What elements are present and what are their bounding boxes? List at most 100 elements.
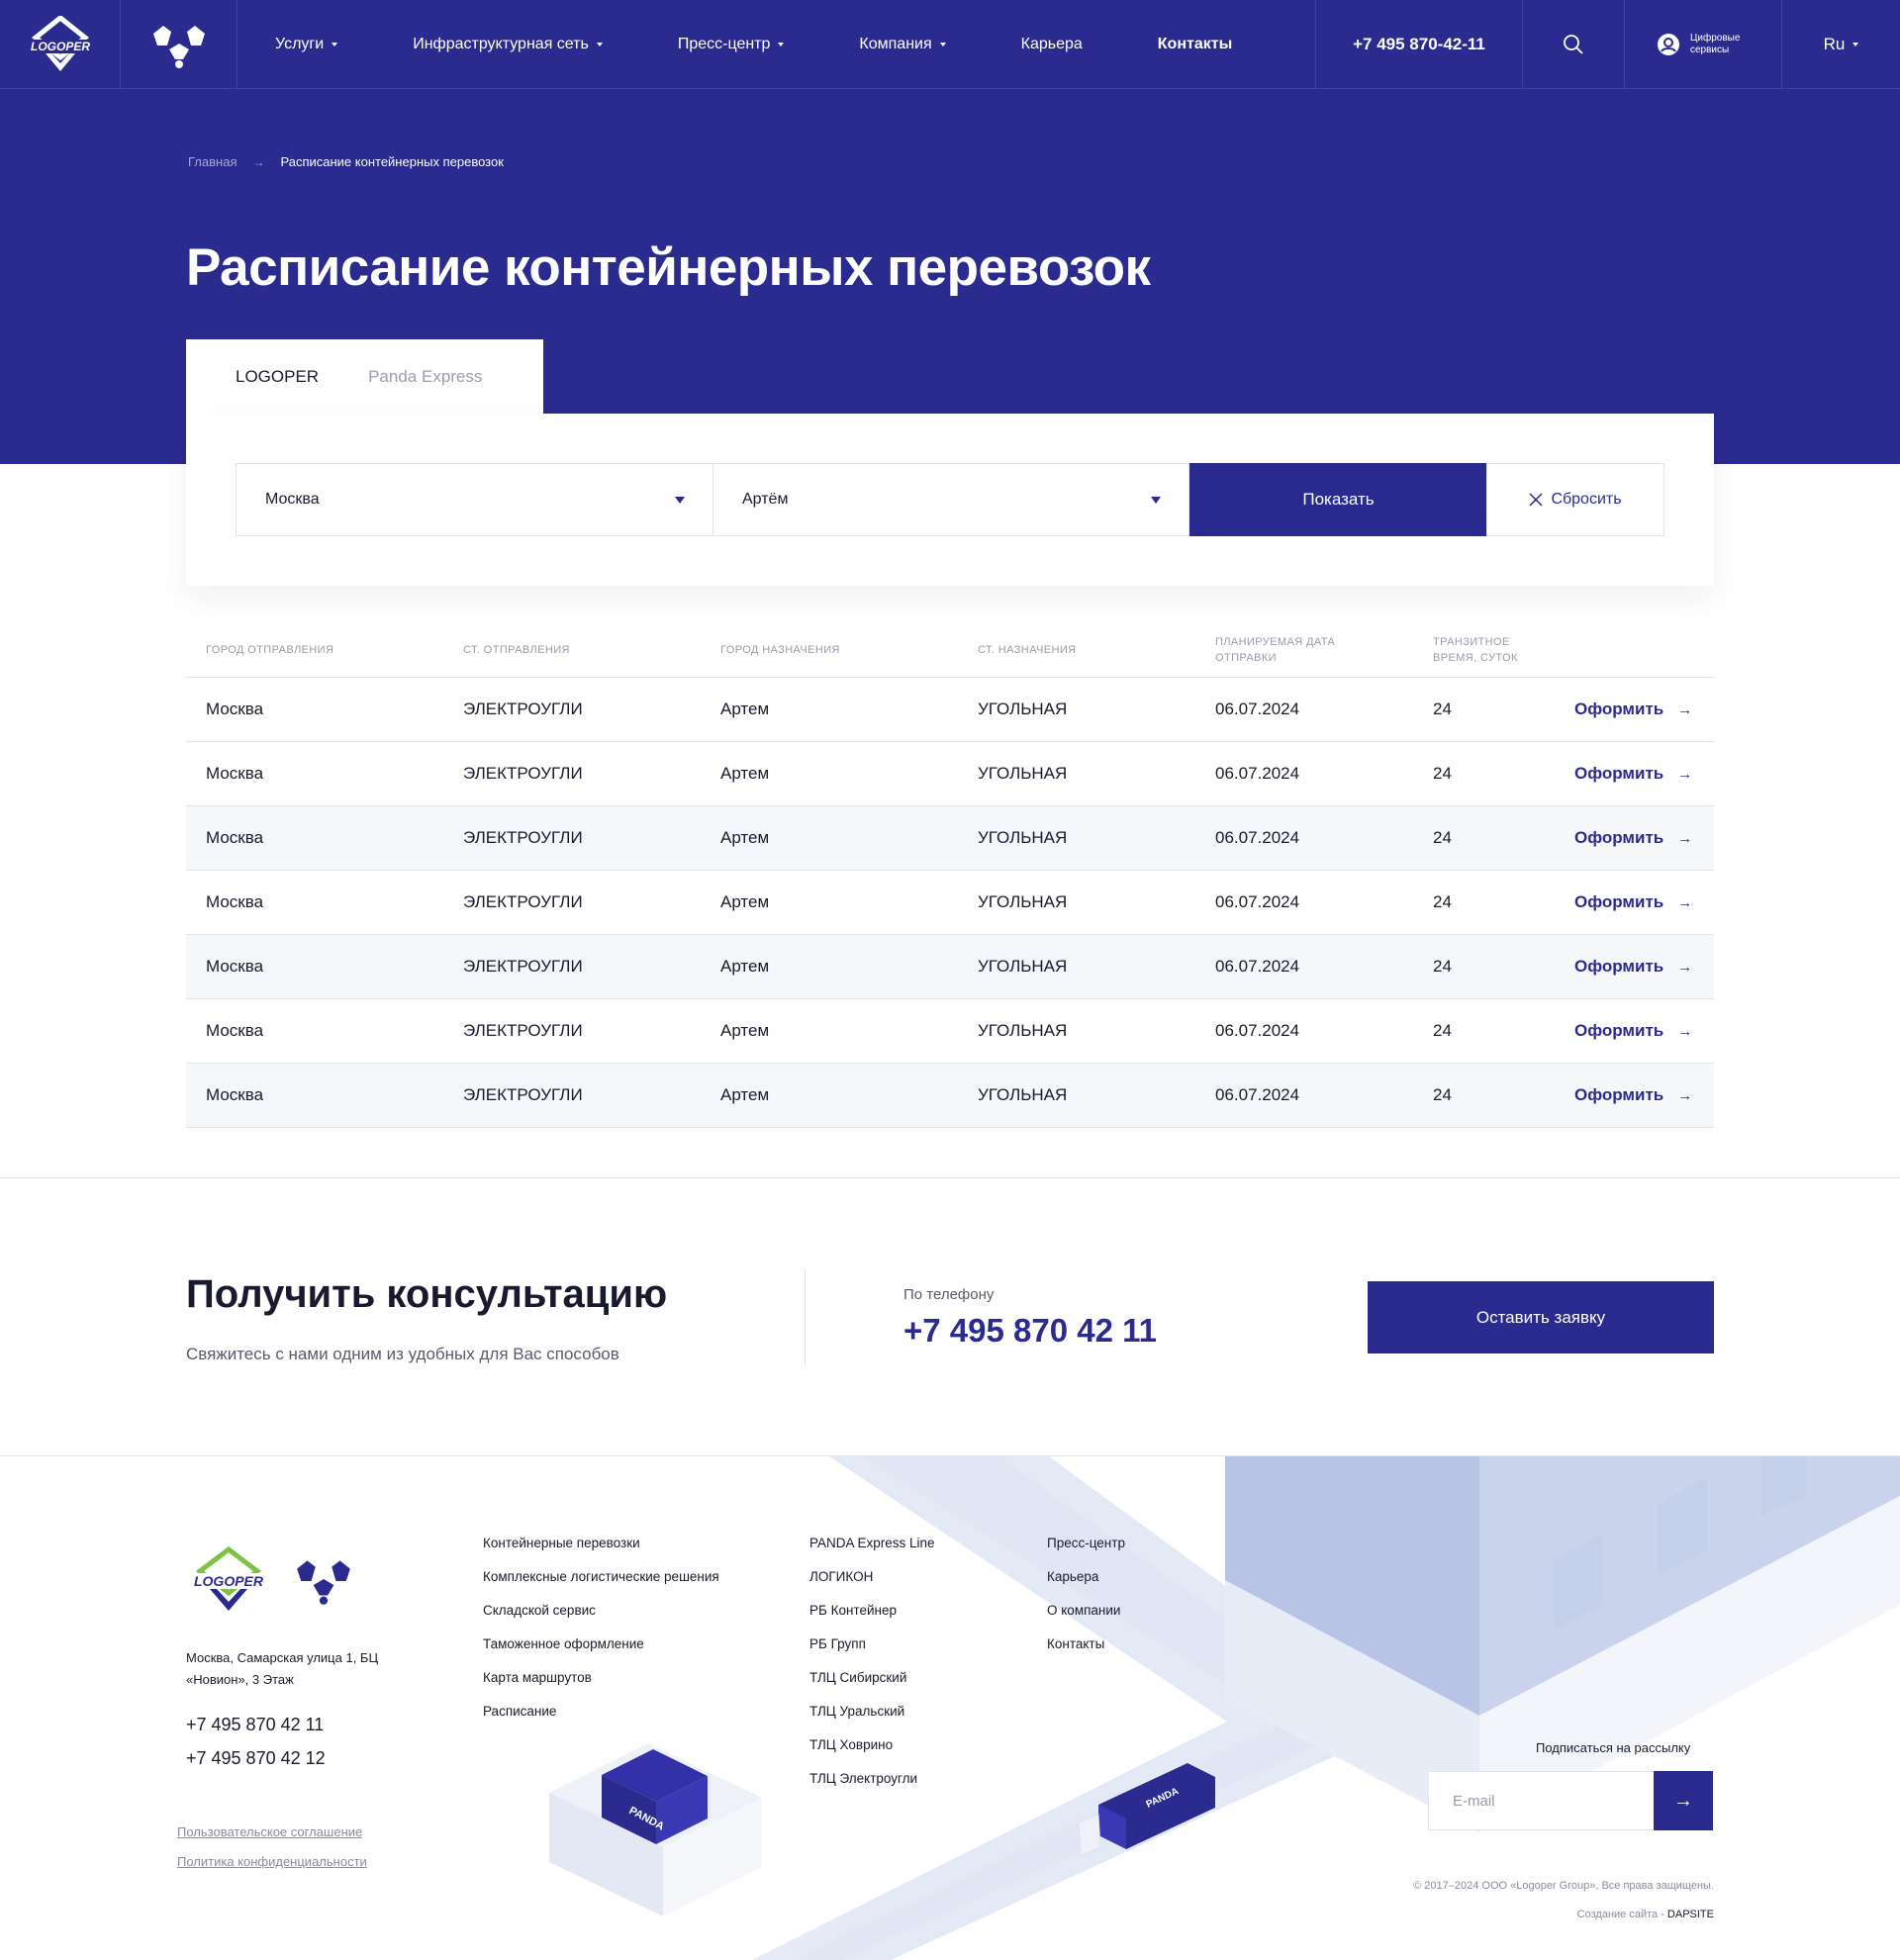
privacy-policy-link[interactable]: Политика конфиденциальности [177, 1854, 367, 1869]
order-link[interactable]: Оформить → [1574, 1021, 1692, 1041]
nav-infrastructure[interactable]: Инфраструктурная сеть [413, 36, 603, 53]
table-cell: УГОЛЬНАЯ [978, 764, 1068, 783]
logoper-logo[interactable]: LOGOPER [0, 0, 121, 88]
footer-link[interactable]: РБ Групп [809, 1635, 935, 1669]
reset-button[interactable]: Сбросить [1486, 463, 1664, 536]
table-cell: 24 [1433, 828, 1452, 847]
footer-link[interactable]: О компании [1047, 1602, 1125, 1635]
search-icon [1564, 34, 1583, 54]
breadcrumb-home[interactable]: Главная [188, 154, 237, 169]
table-cell: УГОЛЬНАЯ [978, 1021, 1068, 1040]
arrow-right-icon: → [1677, 1086, 1693, 1104]
order-link[interactable]: Оформить → [1574, 828, 1692, 848]
table-cell: УГОЛЬНАЯ [978, 1085, 1068, 1104]
table-cell: Москва [206, 700, 264, 718]
footer-phone-2[interactable]: +7 495 870 42 12 [186, 1748, 326, 1769]
digital-services-link[interactable]: Цифровые сервисы [1625, 0, 1782, 88]
credit-link[interactable]: DAPSITE [1667, 1909, 1714, 1920]
logoper-logo-icon: LOGOPER [25, 15, 95, 71]
panda-icon[interactable] [293, 1554, 354, 1606]
table-cell: Артем [720, 957, 770, 976]
email-field[interactable] [1428, 1771, 1655, 1830]
order-label: Оформить [1574, 957, 1664, 976]
table-cell: 06.07.2024 [1215, 700, 1300, 718]
table-cell: 24 [1433, 764, 1452, 783]
footer-link[interactable]: Карта маршрутов [483, 1669, 719, 1703]
footer-link[interactable]: ТЛЦ Уральский [809, 1703, 935, 1736]
show-button[interactable]: Показать [1189, 463, 1487, 536]
footer-link[interactable]: Карьера [1047, 1568, 1125, 1602]
logoper-logo-icon[interactable]: LOGOPER [186, 1545, 271, 1615]
footer-link[interactable]: ТЛЦ Сибирский [809, 1669, 935, 1703]
footer-link[interactable]: Комплексные логистические решения [483, 1568, 719, 1602]
consult-phone[interactable]: +7 495 870 42 11 [903, 1312, 1157, 1350]
order-link[interactable]: Оформить → [1574, 1085, 1692, 1105]
footer-link[interactable]: Расписание [483, 1703, 719, 1736]
request-button[interactable]: Оставить заявку [1368, 1281, 1714, 1353]
footer-link[interactable]: Таможенное оформление [483, 1635, 719, 1669]
search-button[interactable] [1523, 0, 1625, 88]
header-phone[interactable]: +7 495 870-42-11 [1315, 0, 1523, 88]
order-link[interactable]: Оформить → [1574, 892, 1692, 912]
table-cell: 06.07.2024 [1215, 828, 1300, 847]
nav-company[interactable]: Компания [859, 36, 946, 53]
subscribe-label: Подписаться на рассылку [1536, 1740, 1691, 1755]
table-cell: Артем [720, 764, 770, 783]
table-cell: Москва [206, 828, 264, 847]
footer-link[interactable]: Пресс-центр [1047, 1535, 1125, 1568]
table-cell: ЭЛЕКТРОУГЛИ [463, 828, 583, 847]
column-header: Транзитное время, суток [1433, 636, 1518, 664]
tab-logoper[interactable]: LOGOPER [236, 367, 319, 387]
table-row: Москва ЭЛЕКТРОУГЛИ Артем УГОЛЬНАЯ 06.07.2024… [186, 999, 1714, 1064]
footer-phone-1[interactable]: +7 495 870 42 11 [186, 1715, 324, 1735]
footer-link[interactable]: Контейнерные перевозки [483, 1535, 719, 1568]
footer-link[interactable]: ТЛЦ Ховрино [809, 1736, 935, 1770]
footer-link[interactable]: Складской сервис [483, 1602, 719, 1635]
footer-link[interactable]: Контакты [1047, 1635, 1125, 1669]
subscribe-button[interactable]: → [1654, 1771, 1713, 1830]
nav-press-center[interactable]: Пресс-центр [678, 36, 785, 53]
table-cell: УГОЛЬНАЯ [978, 828, 1068, 847]
order-link[interactable]: Оформить → [1574, 957, 1692, 977]
table-cell: ЭЛЕКТРОУГЛИ [463, 892, 583, 911]
tab-panda-express[interactable]: Panda Express [368, 367, 482, 387]
chevron-down-icon [1852, 42, 1859, 47]
consult-title: Получить консультацию [186, 1272, 668, 1316]
footer-address: Москва, Самарская улица 1, БЦ «Новион», … [186, 1650, 379, 1687]
table-row: Москва ЭЛЕКТРОУГЛИ Артем УГОЛЬНАЯ 06.07.2024… [186, 678, 1714, 742]
language-select[interactable]: Ru [1782, 0, 1900, 88]
destination-city-select[interactable]: Артём [712, 463, 1189, 536]
order-label: Оформить [1574, 700, 1664, 718]
order-link[interactable]: Оформить → [1574, 764, 1692, 784]
table-cell: 06.07.2024 [1215, 764, 1300, 783]
nav-career[interactable]: Карьера [1021, 36, 1083, 53]
copyright: © 2017–2024 ООО «Logoper Group», Все пра… [1413, 1880, 1714, 1892]
table-cell: Москва [206, 1021, 264, 1040]
order-link[interactable]: Оформить → [1574, 700, 1692, 719]
caret-down-icon [1151, 496, 1161, 504]
footer-link[interactable]: PANDA Express Line [809, 1535, 935, 1568]
breadcrumb: Главная → Расписание контейнерных перево… [188, 154, 504, 169]
filter-card: Москва Артём Показать Сбросить [186, 414, 1714, 586]
order-label: Оформить [1574, 764, 1664, 783]
footer-column-company: Пресс-центр Карьера О компании Контакты [1047, 1535, 1125, 1669]
table-cell: Артем [720, 1085, 770, 1104]
footer-link[interactable]: РБ Контейнер [809, 1602, 935, 1635]
departure-city-select[interactable]: Москва [236, 463, 713, 536]
nav-contacts[interactable]: Контакты [1158, 36, 1232, 53]
panda-logo[interactable] [121, 0, 238, 88]
footer-link[interactable]: ЛОГИКОН [809, 1568, 935, 1602]
order-label: Оформить [1574, 892, 1664, 911]
table-cell: Москва [206, 892, 264, 911]
arrow-right-icon: → [1677, 765, 1693, 783]
nav-services[interactable]: Услуги [275, 36, 338, 53]
svg-text:LOGOPER: LOGOPER [194, 1573, 264, 1589]
user-agreement-link[interactable]: Пользовательское соглашение [177, 1824, 362, 1839]
page-title: Расписание контейнерных перевозок [186, 238, 1151, 297]
table-header: Город отправления Ст. отправления Город … [186, 623, 1714, 678]
svg-text:LOGOPER: LOGOPER [30, 40, 89, 53]
footer-link[interactable]: ТЛЦ Электроугли [809, 1770, 935, 1804]
arrow-right-icon: → [1677, 958, 1693, 976]
schedule-table: Город отправления Ст. отправления Город … [186, 623, 1714, 1128]
arrow-right-icon: → [1677, 700, 1693, 718]
